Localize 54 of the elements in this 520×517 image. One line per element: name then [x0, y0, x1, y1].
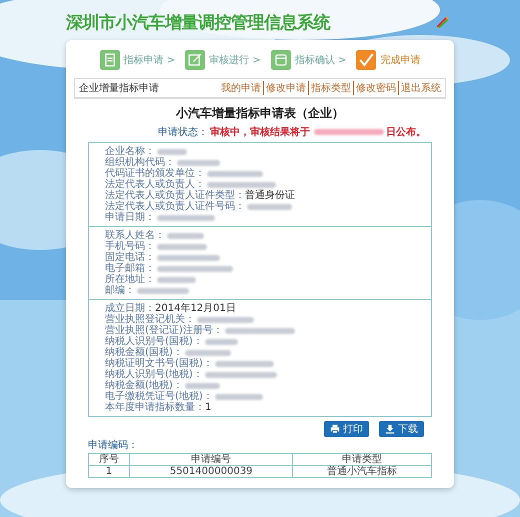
field-label: 电子邮箱：: [105, 263, 155, 274]
codes-label: 申请编码：: [88, 438, 139, 452]
nav-link[interactable]: 指标类型: [308, 81, 351, 95]
column-header: 序号: [88, 454, 130, 466]
nav-link[interactable]: 修改密码: [353, 81, 396, 95]
field-label: 纳税人识别号(国税)：: [105, 336, 203, 347]
field-value: 2014年12月01日: [155, 303, 236, 314]
step-label: 完成申请: [380, 54, 420, 67]
status-text: 日公布。: [386, 126, 426, 139]
field-label: 本年度申请指标数量：: [105, 402, 205, 413]
field-value: 普通身份证: [245, 190, 295, 201]
step-label: 审核进行 >: [209, 54, 261, 67]
status-label: 申请状态：: [158, 126, 208, 139]
field-label: 成立日期：: [105, 303, 155, 314]
field-label: 联系人姓名：: [105, 230, 165, 241]
redacted-date: [314, 129, 384, 135]
step-label: 指标确认 >: [294, 54, 346, 67]
field-label: 纳税金额(国税)：: [105, 347, 183, 358]
download-icon: [385, 424, 395, 434]
table-cell: 普通小汽车指标: [292, 466, 432, 478]
field-label: 纳税金额(地税)：: [105, 380, 183, 391]
field-label: 邮编：: [105, 285, 135, 296]
field-label: 纳税证明文书号(国税)：: [105, 358, 213, 369]
field-label: 所在地址：: [105, 274, 155, 285]
field-label: 纳税人识别号(地税)：: [105, 369, 203, 380]
site-title: 深圳市小汽车增量调控管理信息系统: [66, 12, 330, 34]
nav-link[interactable]: 退出系统: [398, 81, 441, 95]
field-value: 1: [205, 402, 212, 413]
field-label: 法定代表人或负责人：: [105, 179, 205, 190]
field-label: 代码证书的颁发单位：: [105, 168, 205, 179]
table-cell: 5501400000039: [129, 466, 293, 478]
field-label: 组织机构代码：: [105, 157, 175, 168]
download-button[interactable]: 下载: [379, 421, 424, 437]
printer-icon: [330, 424, 340, 434]
field-label: 申请日期：: [105, 212, 155, 223]
print-button[interactable]: 打印: [324, 421, 369, 437]
field-label: 企业名称：: [105, 146, 155, 157]
logo-icon: [434, 14, 450, 30]
status-text: 审核中，审核结果将于: [210, 125, 310, 139]
field-label: 法定代表人或负责人证件类型：: [105, 190, 245, 201]
field-label: 营业执照(登记证)注册号：: [105, 325, 223, 336]
column-header: 申请类型: [292, 454, 432, 466]
form-title: 小汽车增量指标申请表（企业）: [174, 105, 345, 122]
field-label: 营业执照登记机关：: [105, 314, 195, 325]
column-header: 申请编号: [129, 454, 293, 466]
section-title: 企业增量指标申请: [79, 82, 159, 95]
field-label: 法定代表人或负责人证件号码：: [105, 201, 245, 212]
field-label: 手机号码：: [105, 241, 155, 252]
table-cell: 1: [88, 466, 130, 478]
nav-link[interactable]: 我的申请: [221, 81, 261, 95]
step-label: 指标申请 >: [124, 54, 176, 67]
nav-link[interactable]: 修改申请: [263, 81, 306, 95]
field-label: 电子缴税凭证号(地税)：: [105, 391, 213, 402]
field-label: 固定电话：: [105, 252, 155, 263]
